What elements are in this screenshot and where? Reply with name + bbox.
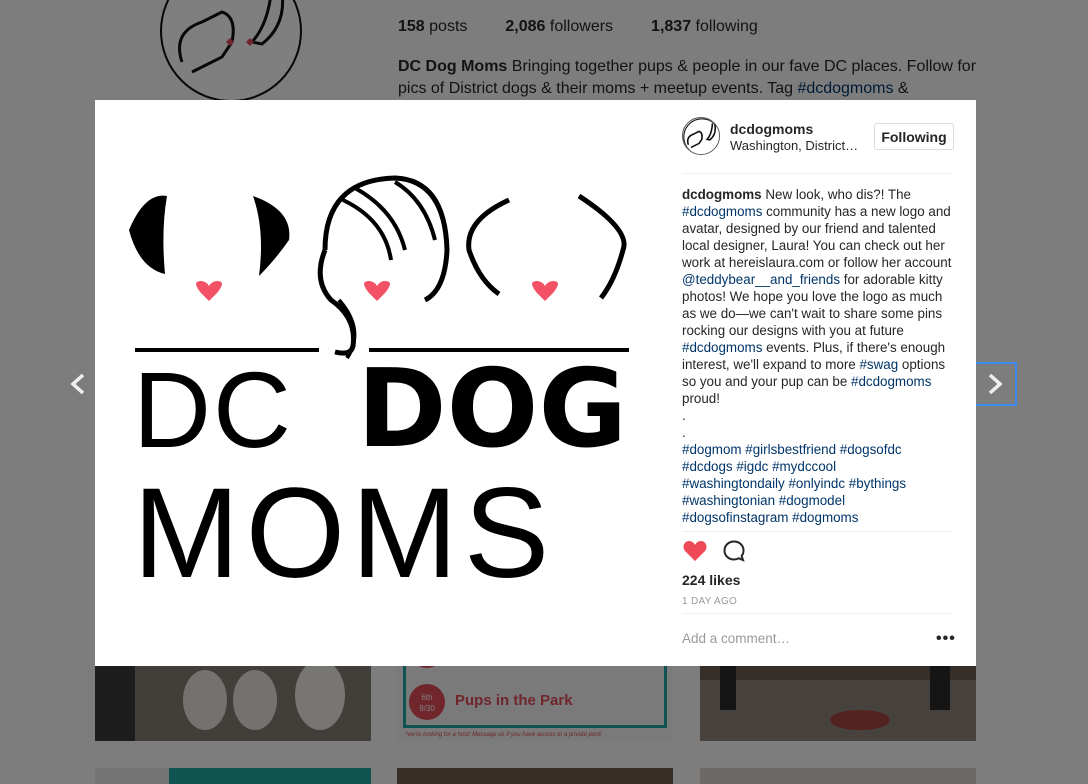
caption-text: New look, who dis?! The [761, 187, 911, 202]
post-actions [682, 539, 746, 568]
logo-text-dog: DOG [357, 347, 628, 472]
caption-hashtag[interactable]: #swag [859, 357, 898, 372]
chevron-left-icon [70, 373, 85, 395]
actions-divider [682, 531, 953, 532]
post-caption: dcdogmoms New look, who dis?! The #dcdog… [682, 186, 957, 531]
add-comment-input[interactable]: Add a comment… [682, 631, 790, 646]
caption-hashtags-line[interactable]: #dcdogs #igdc #mydccool [682, 458, 957, 475]
like-button[interactable] [682, 539, 708, 568]
post-location[interactable]: Washington, District of Columbia [730, 138, 860, 153]
caption-dot: . [682, 425, 686, 440]
author-username[interactable]: dcdogmoms [730, 121, 813, 137]
caption-hashtags-line[interactable]: #dogsofinstagram #dogmoms [682, 509, 957, 526]
previous-post-button[interactable] [56, 362, 100, 406]
caption-dot: . [682, 408, 686, 423]
caption-hashtags-line[interactable]: #dogmom #girlsbestfriend #dogsofdc [682, 441, 957, 458]
more-options-button[interactable]: ••• [936, 630, 956, 648]
header-divider [682, 173, 953, 174]
logo-text-dc: DC [133, 349, 293, 470]
caption-mention[interactable]: @teddybear__and_friends [682, 272, 840, 287]
heart-filled-icon [683, 540, 707, 561]
author-avatar[interactable] [682, 117, 720, 155]
comment-divider [682, 613, 953, 614]
caption-hashtag[interactable]: #dcdogmoms [851, 374, 931, 389]
comment-bubble-icon [723, 539, 745, 562]
following-button[interactable]: Following [874, 123, 954, 150]
caption-hashtags-line[interactable]: #washingtondaily #onlyindc #bythings [682, 475, 957, 492]
logo-text-moms: MOMS [133, 462, 556, 605]
caption-hashtag[interactable]: #dcdogmoms [682, 340, 762, 355]
post-timestamp[interactable]: 1 DAY AGO [682, 596, 737, 607]
caption-hashtag[interactable]: #dcdogmoms [682, 204, 762, 219]
likes-count[interactable]: 224 likes [682, 572, 740, 588]
chevron-right-icon [988, 373, 1003, 395]
caption-text: proud! [682, 391, 720, 406]
caption-username[interactable]: dcdogmoms [682, 187, 762, 202]
next-post-button[interactable] [973, 362, 1017, 406]
post-image[interactable]: DC DOG MOMS [95, 100, 670, 666]
comment-button[interactable] [722, 539, 746, 568]
caption-hashtags-line[interactable]: #washingtonian #dogmodel [682, 492, 957, 509]
